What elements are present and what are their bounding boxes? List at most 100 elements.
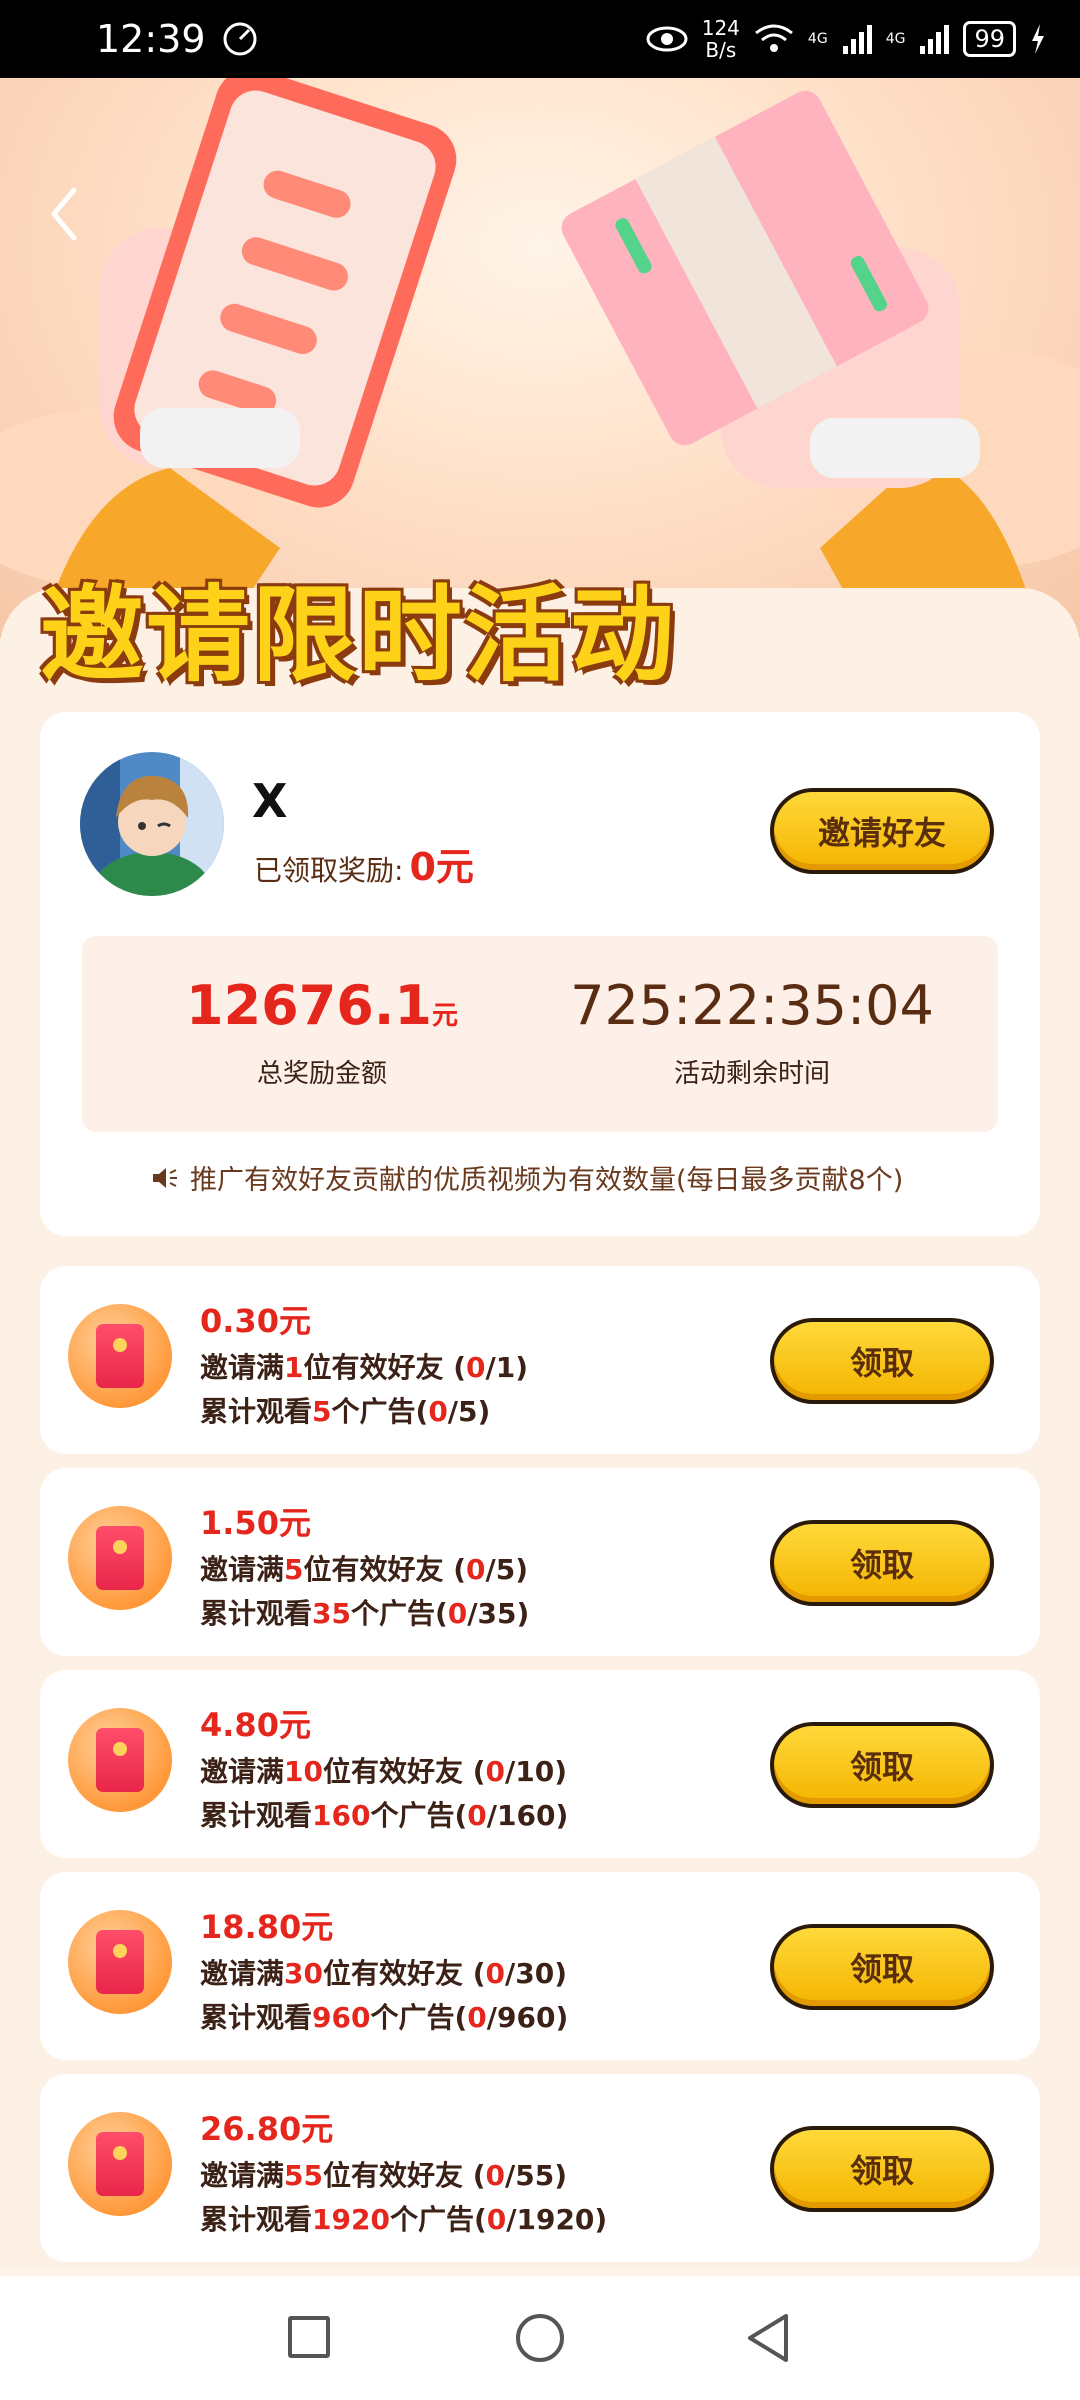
speedometer-icon xyxy=(223,22,257,56)
invite-count: 1 xyxy=(284,1351,304,1384)
invite-count: 55 xyxy=(284,2159,323,2192)
notice-text: 推广有效好友贡献的优质视频为有效数量(每日最多贡献8个) xyxy=(190,1165,904,1196)
signal-bars-icon xyxy=(842,25,872,54)
invite-total: /30) xyxy=(505,1957,568,1990)
tier-amount: 1.50元 xyxy=(200,1504,311,1542)
red-envelope-icon xyxy=(68,1506,172,1610)
eye-icon xyxy=(646,26,688,52)
invite-summary-card: X 已领取奖励: 0元 邀请好友 12676.1元 总奖励金额 725:22:3… xyxy=(40,712,1040,1236)
total-reward-amount: 12676.1 xyxy=(186,974,432,1037)
claimed-reward-value: 0元 xyxy=(409,845,474,889)
tier-ad-requirement: 累计观看160个广告(0/160) xyxy=(200,1794,568,1834)
red-envelope-icon xyxy=(68,1304,172,1408)
invite-total: /1) xyxy=(485,1351,529,1384)
reward-tier-row: 0.30元 邀请满1位有效好友 (0/1) 累计观看5个广告(0/5) 领取 xyxy=(40,1266,1040,1454)
status-left: 12:39 xyxy=(96,17,260,61)
invite-count: 5 xyxy=(284,1553,304,1586)
invite-prefix: 邀请满 xyxy=(200,1351,285,1384)
tier-ad-requirement: 累计观看5个广告(0/5) xyxy=(200,1390,490,1430)
net-speed-unit: B/s xyxy=(705,38,737,62)
invite-total: /55) xyxy=(505,2159,568,2192)
tier-ad-requirement: 累计观看1920个广告(0/1920) xyxy=(200,2198,607,2238)
invite-suffix: 位有效好友 ( xyxy=(322,1755,486,1788)
ad-suffix: 个广告( xyxy=(370,1799,468,1832)
back-triangle-icon[interactable] xyxy=(744,2312,792,2364)
tier-invite-requirement: 邀请满1位有效好友 (0/1) xyxy=(200,1346,528,1386)
ad-suffix: 个广告( xyxy=(389,2203,487,2236)
invite-done: 0 xyxy=(466,1351,486,1384)
invite-friends-button[interactable]: 邀请好友 xyxy=(770,788,994,874)
red-envelope-icon xyxy=(68,1910,172,2014)
net-speed: 124 B/s xyxy=(702,17,740,61)
invite-done: 0 xyxy=(466,1553,486,1586)
home-icon[interactable] xyxy=(516,2314,564,2362)
claim-button[interactable]: 领取 xyxy=(770,1520,994,1606)
tier-amount: 18.80元 xyxy=(200,1908,334,1946)
claimed-reward: 已领取奖励: 0元 xyxy=(254,836,474,891)
invite-total: /5) xyxy=(485,1553,529,1586)
invite-done: 0 xyxy=(485,1957,506,1990)
remaining-time-stat: 725:22:35:04 活动剩余时间 xyxy=(552,974,952,1090)
total-reward-label: 总奖励金额 xyxy=(256,1059,387,1089)
signal-label-2: 4G xyxy=(885,31,906,47)
signal-label-1: 4G xyxy=(807,31,828,47)
invite-suffix: 位有效好友 ( xyxy=(322,2159,486,2192)
invite-count: 10 xyxy=(284,1755,323,1788)
tier-invite-requirement: 邀请满5位有效好友 (0/5) xyxy=(200,1548,528,1588)
red-envelope-icon xyxy=(68,2112,172,2216)
reward-tier-row: 26.80元 邀请满55位有效好友 (0/55) 累计观看1920个广告(0/1… xyxy=(40,2074,1040,2262)
ad-prefix: 累计观看 xyxy=(200,1395,313,1428)
claim-button[interactable]: 领取 xyxy=(770,1924,994,2010)
ad-prefix: 累计观看 xyxy=(200,1597,313,1630)
ad-suffix: 个广告( xyxy=(370,2001,468,2034)
ad-suffix: 个广告( xyxy=(331,1395,429,1428)
tier-invite-requirement: 邀请满30位有效好友 (0/30) xyxy=(200,1952,567,1992)
remaining-time-value: 725:22:35:04 xyxy=(570,974,934,1037)
ad-suffix: 个广告( xyxy=(350,1597,448,1630)
reward-tier-row: 1.50元 邀请满5位有效好友 (0/5) 累计观看35个广告(0/35) 领取 xyxy=(40,1468,1040,1656)
ad-done: 0 xyxy=(467,1799,487,1832)
ad-prefix: 累计观看 xyxy=(200,1799,313,1832)
ad-total: /5) xyxy=(447,1395,491,1428)
reward-tier-row: 18.80元 邀请满30位有效好友 (0/30) 累计观看960个广告(0/96… xyxy=(40,1872,1040,2060)
invite-done: 0 xyxy=(485,2159,506,2192)
tier-amount: 26.80元 xyxy=(200,2110,334,2148)
tier-amount: 0.30元 xyxy=(200,1302,311,1340)
ad-done: 0 xyxy=(467,2001,487,2034)
net-speed-value: 124 xyxy=(701,16,740,40)
tier-amount: 4.80元 xyxy=(200,1706,311,1744)
tier-ad-requirement: 累计观看960个广告(0/960) xyxy=(200,1996,568,2036)
status-bar: 12:39 124 B/s 4G 4G 99 xyxy=(0,0,1080,78)
status-right: 124 B/s 4G 4G 99 xyxy=(646,17,1046,61)
battery-indicator: 99 xyxy=(963,21,1016,57)
claim-button[interactable]: 领取 xyxy=(770,1722,994,1808)
back-arrow-icon[interactable] xyxy=(44,184,84,244)
avatar[interactable] xyxy=(80,752,224,896)
wifi-icon xyxy=(755,24,793,52)
title-wrap: 邀请限时活动 xyxy=(40,550,676,701)
ad-count: 1920 xyxy=(312,2203,390,2236)
ad-count: 960 xyxy=(312,2001,371,2034)
invite-prefix: 邀请满 xyxy=(200,1957,285,1990)
user-name: X xyxy=(252,774,288,828)
ad-total: /35) xyxy=(467,1597,530,1630)
recents-icon[interactable] xyxy=(288,2316,330,2358)
invite-done: 0 xyxy=(485,1755,506,1788)
ad-prefix: 累计观看 xyxy=(200,2203,313,2236)
remaining-time-label: 活动剩余时间 xyxy=(673,1059,830,1089)
ad-total: /1920) xyxy=(506,2203,608,2236)
ad-total: /960) xyxy=(486,2001,569,2034)
claim-button[interactable]: 领取 xyxy=(770,1318,994,1404)
reward-tier-row: 4.80元 邀请满10位有效好友 (0/10) 累计观看160个广告(0/160… xyxy=(40,1670,1040,1858)
claimed-reward-label: 已领取奖励: xyxy=(254,854,404,887)
notice-bar: 推广有效好友贡献的优质视频为有效数量(每日最多贡献8个) xyxy=(150,1158,1030,1197)
total-reward-stat: 12676.1元 总奖励金额 xyxy=(142,974,502,1090)
claim-button[interactable]: 领取 xyxy=(770,2126,994,2212)
invite-suffix: 位有效好友 ( xyxy=(322,1957,486,1990)
page-title: 邀请限时活动 xyxy=(40,574,677,696)
tier-ad-requirement: 累计观看35个广告(0/35) xyxy=(200,1592,529,1632)
status-time: 12:39 xyxy=(96,17,206,61)
invite-prefix: 邀请满 xyxy=(200,1755,285,1788)
ad-prefix: 累计观看 xyxy=(200,2001,313,2034)
stats-panel: 12676.1元 总奖励金额 725:22:35:04 活动剩余时间 xyxy=(82,936,998,1132)
